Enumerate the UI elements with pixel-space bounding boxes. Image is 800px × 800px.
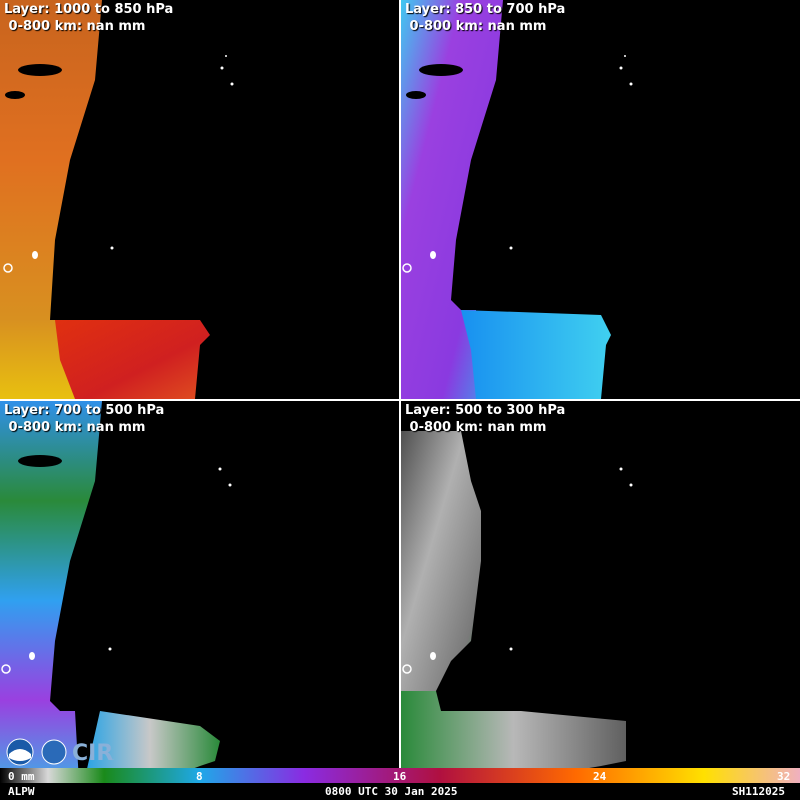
timestamp: 0800 UTC 30 Jan 2025 (325, 785, 458, 798)
panel-divider-horizontal (0, 399, 800, 401)
map-panel-500-300: Layer: 500 to 300 hPa 0-800 km: nan mm (401, 401, 800, 800)
colorbar-tick-0: 0 mm (8, 770, 35, 783)
colorbar-tick-32: 32 (777, 770, 791, 783)
panel-title: Layer: 700 to 500 hPa 0-800 km: nan mm (4, 403, 165, 435)
product-label: ALPW (8, 785, 35, 798)
colorbar-tick-8: 8 (196, 770, 203, 783)
logos: CIRA (4, 738, 130, 766)
panel-title: Layer: 1000 to 850 hPa 0-800 km: nan mm (4, 2, 174, 34)
panel-title: Layer: 500 to 300 hPa 0-800 km: nan mm (405, 403, 566, 435)
panel-title: Layer: 850 to 700 hPa 0-800 km: nan mm (405, 2, 566, 34)
colorbar-tick-16: 16 (393, 770, 407, 783)
svg-text:CIRA: CIRA (72, 741, 114, 766)
storm-id: SH112025 (732, 785, 785, 798)
map-panel-850-700: Layer: 850 to 700 hPa 0-800 km: nan mm (401, 0, 800, 399)
footer: ALPW 0800 UTC 30 Jan 2025 SH112025 (0, 783, 800, 800)
map-panel-1000-850: Layer: 1000 to 850 hPa 0-800 km: nan mm (0, 0, 399, 399)
colorbar-tick-24: 24 (593, 770, 607, 783)
precip-field-1000-850 (0, 0, 234, 399)
precip-field-500-300 (401, 431, 633, 800)
panel-divider-vertical (399, 0, 401, 768)
precip-field-850-700 (401, 0, 633, 399)
noaa-logo: CIRA (6, 738, 130, 766)
